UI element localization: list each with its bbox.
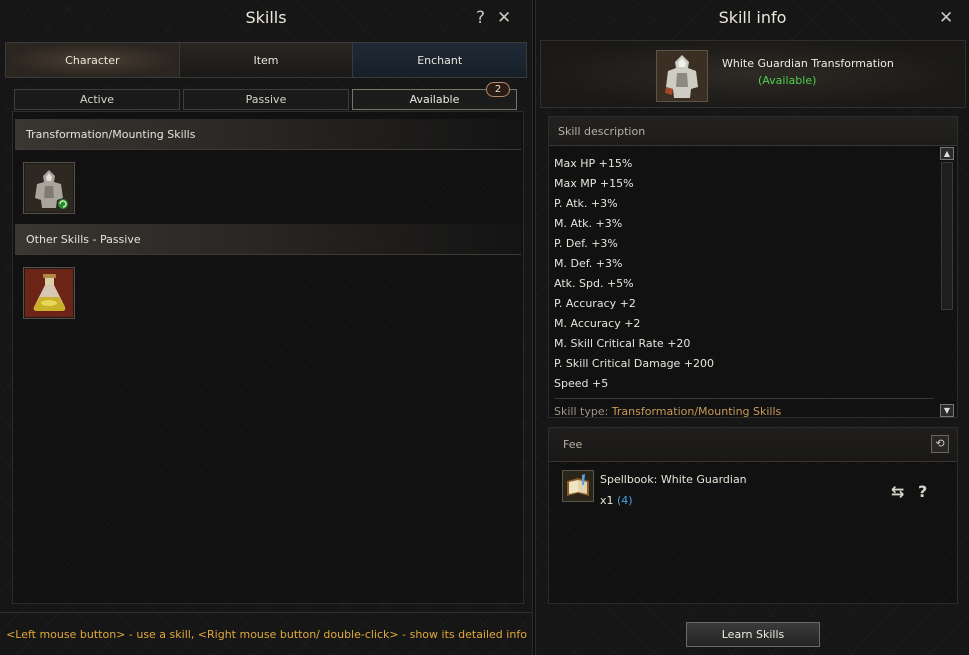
- skill-info-window: Skill info ✕ White Guardian Transformati…: [535, 0, 969, 655]
- help-icon[interactable]: ?: [476, 8, 485, 28]
- stat-line: M. Def. +3%: [554, 257, 623, 270]
- skill-summary: White Guardian Transformation (Available…: [540, 40, 966, 108]
- skill-type: Skill type: Transformation/Mounting Skil…: [554, 402, 957, 422]
- tab-item[interactable]: Item: [179, 43, 354, 77]
- skill-icon: [656, 50, 708, 102]
- description-header: Skill description: [549, 117, 957, 146]
- help-icon[interactable]: ?: [918, 482, 927, 501]
- subtab-label: Available: [409, 93, 460, 106]
- sub-tabs: Active Passive Available 2: [14, 82, 517, 110]
- skill-name: White Guardian Transformation: [722, 57, 894, 70]
- spellbook-icon: [562, 470, 594, 502]
- fee-box: Fee ⟲ Spellbook: White Guardian x1 (4) ⇆…: [548, 427, 958, 604]
- skill-availability: (Available): [758, 74, 817, 87]
- scroll-down-icon[interactable]: ▼: [940, 404, 954, 417]
- fee-item-name: Spellbook: White Guardian: [600, 473, 747, 486]
- stat-line: P. Def. +3%: [554, 237, 618, 250]
- stat-line: Max MP +15%: [554, 177, 634, 190]
- exchange-icon[interactable]: ⇆: [891, 482, 904, 501]
- fee-quantity-required: x1: [600, 494, 614, 507]
- stat-line: Atk. Spd. +5%: [554, 277, 634, 290]
- stat-line: M. Skill Critical Rate +20: [554, 337, 691, 350]
- tab-character[interactable]: Character: [6, 43, 180, 77]
- skills-window: Skills ? ✕ Character Item Enchant Active…: [0, 0, 533, 655]
- subtab-available[interactable]: Available 2: [352, 82, 517, 110]
- stat-line: P. Skill Critical Damage +200: [554, 357, 715, 370]
- divider: [554, 398, 934, 399]
- subtab-active[interactable]: Active: [14, 89, 180, 110]
- skill-info-title: Skill info: [718, 8, 787, 27]
- skill-slot-potion[interactable]: [23, 267, 75, 319]
- subtab-passive[interactable]: Passive: [183, 89, 349, 110]
- subtab-label: Passive: [245, 93, 287, 106]
- skill-type-label: Skill type:: [554, 405, 609, 418]
- skill-description-box: Skill description Max HP +15% Max MP +15…: [548, 116, 958, 418]
- refresh-icon[interactable]: ⟲: [931, 435, 949, 453]
- stat-line: M. Atk. +3%: [554, 217, 623, 230]
- close-icon[interactable]: ✕: [939, 8, 953, 28]
- skill-list: Transformation/Mounting Skills Other Ski…: [12, 111, 524, 604]
- skill-slot-white-guardian[interactable]: [23, 162, 75, 214]
- section-header-transformation: Transformation/Mounting Skills: [15, 119, 521, 150]
- white-guardian-armor-icon: [657, 51, 707, 101]
- learn-skills-button[interactable]: Learn Skills: [686, 622, 820, 647]
- scroll-thumb[interactable]: [941, 162, 953, 310]
- stat-line: Max HP +15%: [554, 157, 633, 170]
- fee-label: Fee: [563, 438, 583, 451]
- stat-line: Speed +5: [554, 377, 609, 390]
- close-icon[interactable]: ✕: [497, 8, 511, 28]
- subtab-label: Active: [79, 93, 115, 106]
- fee-header: Fee ⟲: [549, 428, 957, 462]
- fee-item-quantity: x1 (4): [600, 494, 633, 507]
- main-tabs: Character Item Enchant: [5, 42, 527, 78]
- tab-enchant[interactable]: Enchant: [353, 43, 527, 77]
- scroll-track[interactable]: [940, 160, 954, 404]
- fee-quantity-owned: (4): [617, 494, 633, 507]
- skills-window-title: Skills: [245, 8, 287, 27]
- stat-line: M. Accuracy +2: [554, 317, 641, 330]
- scroll-up-icon[interactable]: ▲: [940, 147, 954, 160]
- potion-flask-icon: [25, 269, 73, 317]
- stat-line: P. Atk. +3%: [554, 197, 618, 210]
- status-hint: <Left mouse button> - use a skill, <Righ…: [0, 612, 533, 655]
- skill-type-value: Transformation/Mounting Skills: [611, 405, 782, 418]
- white-guardian-armor-icon: [25, 164, 73, 212]
- description-lines: Max HP +15% Max MP +15% P. Atk. +3% M. A…: [549, 146, 957, 422]
- section-header-other-passive: Other Skills - Passive: [15, 224, 521, 255]
- count-badge: 2: [486, 82, 510, 97]
- stat-line: P. Accuracy +2: [554, 297, 636, 310]
- description-scrollbar[interactable]: ▲ ▼: [940, 147, 954, 417]
